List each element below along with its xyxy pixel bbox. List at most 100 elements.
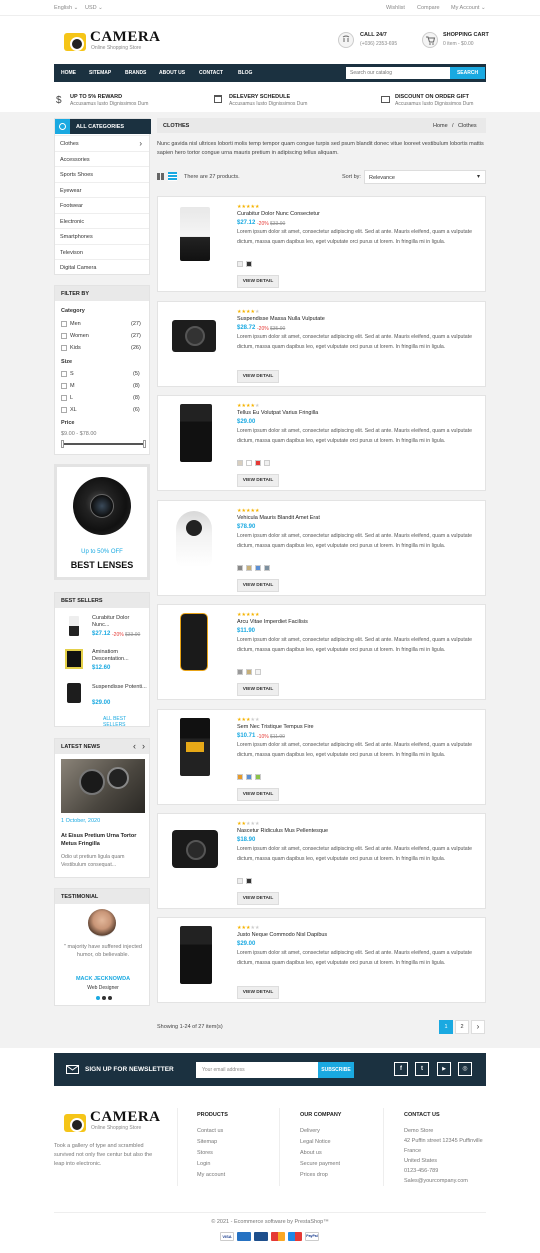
best-seller-image-2[interactable] <box>65 649 83 669</box>
product-name[interactable]: Curabitur Dolor Nunc Consectetur <box>237 211 320 217</box>
view-detail-button[interactable]: VIEW DETAIL <box>237 683 279 696</box>
view-detail-button[interactable]: VIEW DETAIL <box>237 370 279 383</box>
checkbox-women[interactable] <box>61 333 67 339</box>
nav-contact[interactable]: CONTACT <box>199 70 223 76</box>
category-accessories[interactable]: Accessories <box>55 150 149 167</box>
footer-link-prices[interactable]: Prices drop <box>300 1172 328 1178</box>
twitter-icon[interactable]: t <box>415 1062 429 1076</box>
color-swatch[interactable] <box>264 565 270 571</box>
color-swatch[interactable] <box>246 878 252 884</box>
checkbox-size-l[interactable] <box>61 395 67 401</box>
footer-logo-icon[interactable] <box>64 1114 86 1132</box>
footer-link-legal[interactable]: Legal Notice <box>300 1139 331 1145</box>
cart-title[interactable]: SHOPPING CART <box>443 32 489 38</box>
checkbox-size-xl[interactable] <box>61 407 67 413</box>
product-name[interactable]: Tellus Eu Volutpat Varius Fringilla <box>237 410 318 416</box>
category-digital-camera[interactable]: Digital Camera <box>55 259 149 275</box>
color-swatch[interactable] <box>255 460 261 466</box>
product-name[interactable]: Vehicula Mauris Blandit Amet Erat <box>237 515 320 521</box>
breadcrumb-home[interactable]: Home <box>433 123 448 129</box>
footer-link-sitemap[interactable]: Sitemap <box>197 1139 217 1145</box>
slider-dot-3[interactable] <box>108 996 112 1000</box>
best-seller-name-3[interactable]: Suspendisse Potenti... <box>92 684 147 691</box>
product-name[interactable]: Nascetur Ridiculus Mus Pellentesque <box>237 828 328 834</box>
checkbox-size-m[interactable] <box>61 383 67 389</box>
best-seller-image-1[interactable] <box>63 614 85 638</box>
product-card[interactable]: ★★★★★ Suspendisse Massa Nulla Vulputate $2… <box>157 301 486 387</box>
slider-dot-1[interactable] <box>96 996 100 1000</box>
best-seller-image-3[interactable] <box>67 683 81 703</box>
color-swatch[interactable] <box>246 261 252 267</box>
checkbox-kids[interactable] <box>61 345 67 351</box>
news-prev-icon[interactable]: ‹ <box>133 741 136 751</box>
contact-email[interactable]: Sales@yourcompany.com <box>404 1178 468 1184</box>
account-menu[interactable]: My Account ⌄ <box>451 5 486 11</box>
color-swatch[interactable] <box>237 460 243 466</box>
view-detail-button[interactable]: VIEW DETAIL <box>237 579 279 592</box>
list-view-icon[interactable] <box>168 172 177 181</box>
nav-sitemap[interactable]: SITEMAP <box>89 70 111 76</box>
view-detail-button[interactable]: VIEW DETAIL <box>237 986 279 999</box>
view-detail-button[interactable]: VIEW DETAIL <box>237 892 279 905</box>
footer-link-login[interactable]: Login <box>197 1161 210 1167</box>
grid-view-icon[interactable] <box>157 173 164 180</box>
nav-brands[interactable]: BRANDS <box>125 70 146 76</box>
instagram-icon[interactable]: ◎ <box>458 1062 472 1076</box>
next-page-icon[interactable]: › <box>471 1020 485 1034</box>
product-name[interactable]: Arcu Vitae Imperdiet Facilisis <box>237 619 308 625</box>
price-slider-max-handle[interactable] <box>143 440 146 448</box>
product-name[interactable]: Sem Nec Tristique Tempus Fire <box>237 724 314 730</box>
best-lenses-banner[interactable]: Up to 50% OFF BEST LENSES <box>54 464 150 580</box>
color-swatch[interactable] <box>246 774 252 780</box>
all-best-sellers-link[interactable]: ALL BEST SELLERS <box>103 716 149 728</box>
color-swatch[interactable] <box>246 460 252 466</box>
color-swatch[interactable] <box>255 774 261 780</box>
page-1-button[interactable]: 1 <box>439 1020 453 1034</box>
category-clothes[interactable]: Clothes › <box>55 135 149 151</box>
page-2-button[interactable]: 2 <box>455 1020 469 1034</box>
search-input[interactable] <box>346 67 450 79</box>
footer-link-account[interactable]: My account <box>197 1172 225 1178</box>
newsletter-email-input[interactable]: Your email address <box>196 1062 318 1078</box>
nav-blog[interactable]: BLOG <box>238 70 252 76</box>
footer-link-secure[interactable]: Secure payment <box>300 1161 340 1167</box>
color-swatch[interactable] <box>237 565 243 571</box>
color-swatch[interactable] <box>255 669 261 675</box>
product-card[interactable]: ★★★★★ Arcu Vitae Imperdiet Facilisis $11.9… <box>157 604 486 700</box>
color-swatch[interactable] <box>237 669 243 675</box>
product-card[interactable]: ★★★★★ Justo Neque Commodo Nisl Dapibus $29… <box>157 917 486 1003</box>
price-slider-track[interactable] <box>63 443 145 445</box>
logo-name[interactable]: CAMERA <box>90 29 161 46</box>
wishlist-link[interactable]: Wishlist <box>386 5 405 11</box>
color-swatch[interactable] <box>264 460 270 466</box>
footer-link-delivery[interactable]: Delivery <box>300 1128 320 1134</box>
footer-link-contact[interactable]: Contact us <box>197 1128 223 1134</box>
color-swatch[interactable] <box>246 565 252 571</box>
currency-selector[interactable]: USD ⌄ <box>85 5 103 11</box>
news-image[interactable] <box>61 759 145 813</box>
language-selector[interactable]: English ⌄ <box>54 5 78 11</box>
cart-icon[interactable] <box>422 32 438 48</box>
nav-about[interactable]: ABOUT US <box>159 70 185 76</box>
product-card[interactable]: ★★★★★ Vehicula Mauris Blandit Amet Erat $7… <box>157 500 486 596</box>
product-card[interactable]: ★★★★★ Curabitur Dolor Nunc Consectetur $27… <box>157 196 486 292</box>
view-detail-button[interactable]: VIEW DETAIL <box>237 474 279 487</box>
product-card[interactable]: ★★★★★ Tellus Eu Volutpat Varius Fringilla… <box>157 395 486 491</box>
category-smartphones[interactable]: Smartphones <box>55 228 149 244</box>
category-sports-shoes[interactable]: Sports Shoes <box>55 166 149 182</box>
category-electronic[interactable]: Electronic <box>55 212 149 229</box>
view-detail-button[interactable]: VIEW DETAIL <box>237 788 279 801</box>
category-eyewear[interactable]: Eyewear <box>55 181 149 198</box>
category-televison[interactable]: Televison <box>55 243 149 260</box>
color-swatch[interactable] <box>237 878 243 884</box>
logo-icon[interactable] <box>64 33 86 51</box>
sort-select[interactable]: Relevance ▾ <box>364 170 486 184</box>
compare-link[interactable]: Compare <box>417 5 440 11</box>
subscribe-button[interactable]: SUBSCRIBE <box>318 1062 354 1078</box>
youtube-icon[interactable]: ▶ <box>437 1062 451 1076</box>
footer-link-about[interactable]: About us <box>300 1150 322 1156</box>
product-name[interactable]: Justo Neque Commodo Nisl Dapibus <box>237 932 327 938</box>
product-card[interactable]: ★★★★★ Sem Nec Tristique Tempus Fire $10.71… <box>157 709 486 805</box>
checkbox-men[interactable] <box>61 321 67 327</box>
best-seller-name-1[interactable]: Curabitur Dolor Nunc... <box>92 615 147 629</box>
